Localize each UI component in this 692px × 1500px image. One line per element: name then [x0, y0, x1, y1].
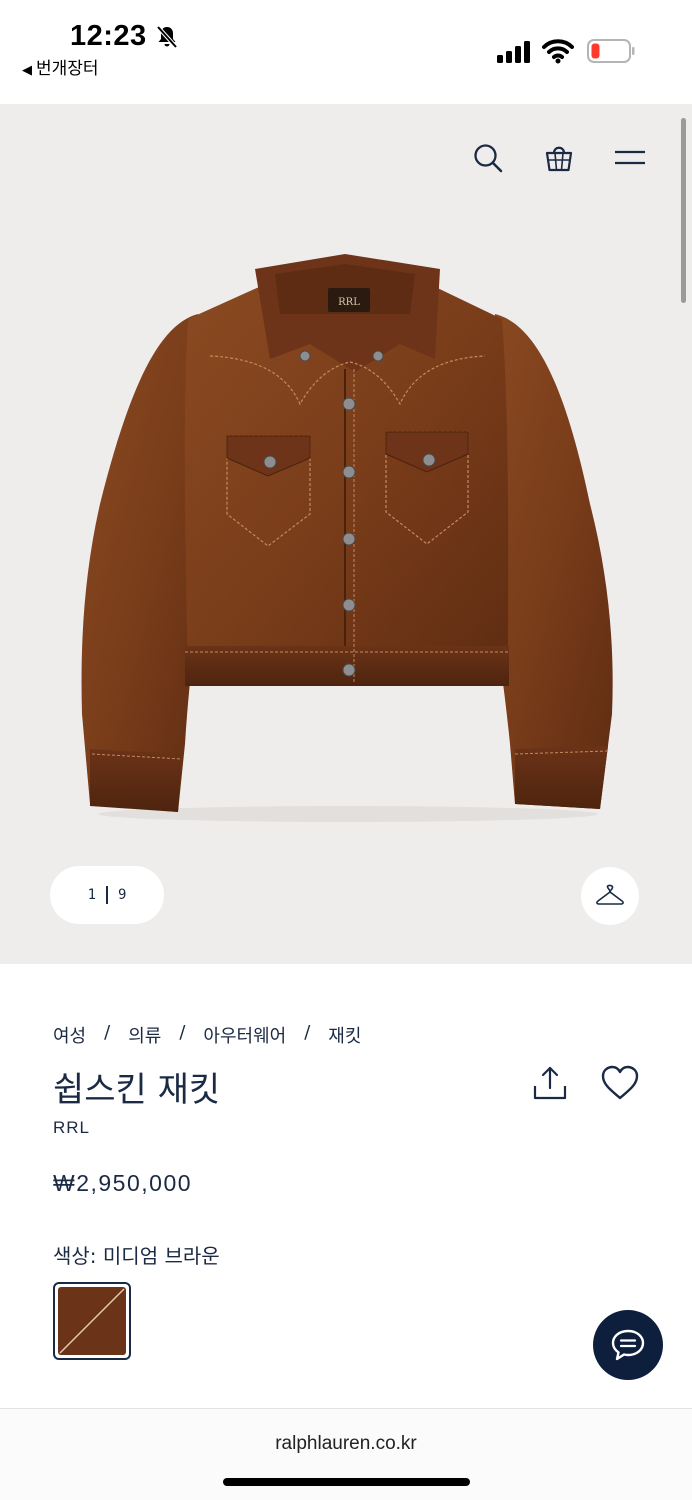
- selected-strike-icon: [59, 1288, 125, 1354]
- breadcrumb-item-women[interactable]: 여성: [53, 1022, 86, 1048]
- url-text[interactable]: ralphlauren.co.kr: [0, 1433, 692, 1455]
- pager-current: 1: [87, 887, 96, 903]
- cellular-signal-icon: [497, 41, 530, 63]
- home-indicator[interactable]: [223, 1478, 470, 1486]
- battery-low-icon: [587, 39, 635, 63]
- share-icon[interactable]: [531, 1064, 569, 1102]
- chat-bubble-icon: [611, 1329, 645, 1361]
- chat-button[interactable]: [593, 1310, 663, 1380]
- pager-total: 9: [118, 887, 127, 903]
- svg-text:RRL: RRL: [338, 297, 360, 308]
- breadcrumb-separator: /: [304, 1022, 311, 1043]
- hamburger-menu-icon[interactable]: [614, 142, 646, 174]
- color-label: 색상: 미디엄 브라운: [53, 1244, 220, 1268]
- jacket-product-image: RRL: [81, 254, 613, 822]
- back-app-label: 번개장터: [36, 59, 99, 79]
- breadcrumb-item-jackets[interactable]: 재킷: [328, 1022, 361, 1048]
- image-pager: 1 9: [50, 866, 164, 924]
- product-brand: RRL: [53, 1118, 91, 1137]
- product-title: 쉽스킨 재킷: [53, 1070, 221, 1110]
- product-image-gallery[interactable]: RRL 1 9: [0, 104, 692, 964]
- status-bar: 12:23 ◀ 번개장터: [0, 0, 692, 104]
- breadcrumb-separator: /: [179, 1022, 186, 1043]
- wishlist-heart-icon[interactable]: [600, 1064, 640, 1102]
- pager-separator: [106, 886, 108, 904]
- swatch-fill: [58, 1287, 126, 1355]
- hanger-button[interactable]: [581, 867, 639, 925]
- product-price: ₩2,950,000: [53, 1170, 193, 1196]
- status-time: 12:23: [70, 20, 147, 52]
- shopping-bag-icon[interactable]: [543, 142, 575, 174]
- search-icon[interactable]: [472, 142, 504, 174]
- breadcrumb-item-clothing[interactable]: 의류: [128, 1022, 161, 1048]
- breadcrumb: 여성 / 의류 / 아우터웨어 / 재킷: [53, 1022, 361, 1048]
- browser-address-bar[interactable]: ralphlauren.co.kr: [0, 1408, 692, 1500]
- color-swatch-medium-brown[interactable]: [53, 1282, 131, 1360]
- wifi-icon: [542, 39, 574, 64]
- hanger-icon: [596, 884, 624, 905]
- breadcrumb-item-outerwear[interactable]: 아우터웨어: [203, 1022, 286, 1048]
- page-scrollbar[interactable]: [681, 118, 686, 303]
- back-to-app-link[interactable]: ◀ 번개장터: [22, 54, 99, 79]
- breadcrumb-separator: /: [104, 1022, 111, 1043]
- bell-muted-icon: [156, 25, 178, 49]
